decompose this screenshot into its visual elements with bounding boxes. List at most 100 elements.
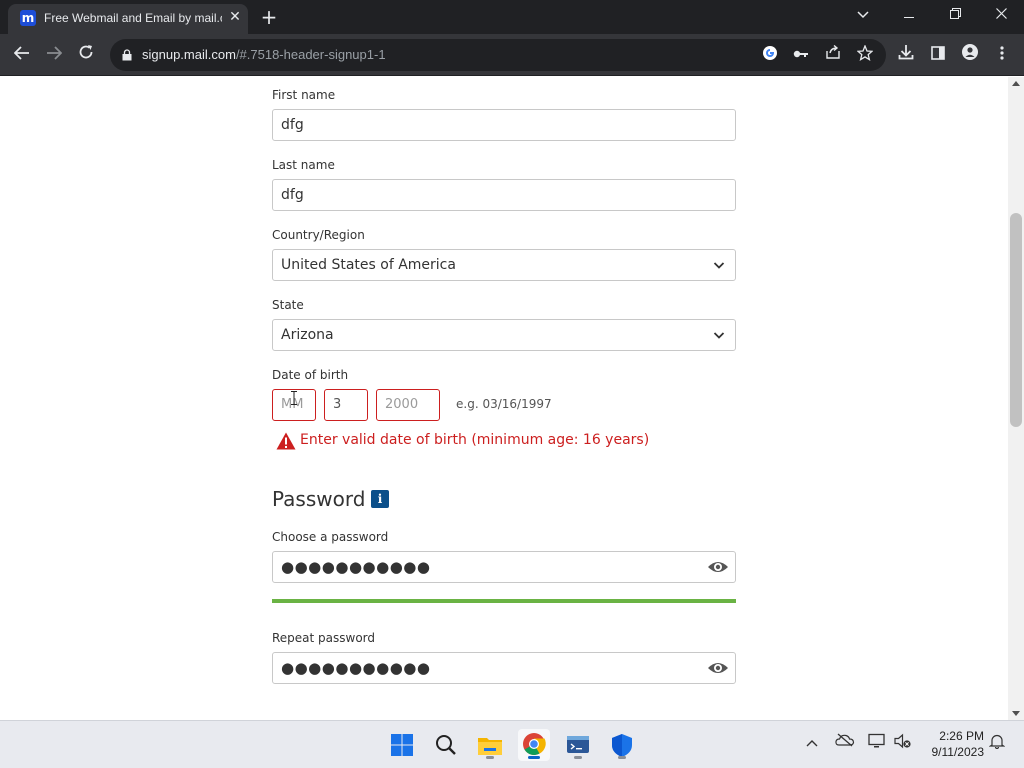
taskbar-time[interactable]: 2:26 PM (932, 729, 984, 743)
windows-taskbar: 2:26 PM 9/11/2023 (0, 720, 1024, 768)
dob-day-input[interactable]: 3 (324, 389, 368, 421)
network-icon (868, 733, 885, 748)
google-icon (763, 46, 777, 60)
country-value: United States of America (281, 257, 456, 273)
text-cursor-icon (291, 391, 297, 405)
dob-day-value: 3 (333, 397, 342, 412)
show-hidden-icons-button[interactable] (801, 733, 823, 755)
running-indicator (486, 756, 494, 759)
dob-year-value: 2000 (385, 397, 419, 412)
url-path: /#.7518-header-signup1-1 (235, 47, 386, 62)
page-scrollbar[interactable] (1008, 77, 1024, 720)
key-icon (793, 50, 808, 58)
share-arrow-icon (826, 44, 840, 59)
reload-button[interactable] (74, 43, 98, 67)
downloads-button[interactable] (894, 43, 918, 67)
chrome-taskbar-button[interactable] (518, 729, 550, 761)
tab-close-icon[interactable]: ✕ (226, 8, 244, 26)
state-value: Arizona (281, 327, 334, 343)
search-icon (436, 735, 456, 755)
scroll-up-arrow-icon[interactable] (1012, 81, 1020, 86)
star-icon (856, 44, 874, 61)
last-name-label: Last name (272, 158, 335, 172)
last-name-field[interactable]: dfg (272, 179, 736, 211)
password-key-icon[interactable] (791, 45, 811, 65)
defender-button[interactable] (606, 729, 638, 761)
tab-search-chevron-icon[interactable] (850, 4, 876, 26)
search-button[interactable] (430, 729, 462, 761)
dob-label: Date of birth (272, 368, 349, 382)
speaker-muted-icon (894, 733, 911, 749)
state-label: State (272, 298, 304, 312)
google-lens-icon[interactable] (760, 45, 780, 65)
notifications-button[interactable] (986, 733, 1008, 755)
tab-title: Free Webmail and Email by mail.com (44, 11, 222, 25)
share-icon[interactable] (823, 44, 843, 65)
info-icon[interactable]: i (371, 490, 389, 508)
password-section-title: Password (272, 487, 366, 511)
cloud-offline-icon (835, 733, 855, 747)
lock-icon (122, 49, 132, 61)
country-select[interactable]: United States of America (272, 249, 736, 281)
browser-toolbar: signup.mail.com/#.7518-header-signup1-1 (0, 34, 1024, 76)
last-name-value: dfg (281, 187, 304, 203)
browser-tab[interactable]: m Free Webmail and Email by mail.com ✕ (8, 4, 248, 34)
profile-button[interactable] (958, 43, 982, 67)
warning-icon (276, 432, 296, 450)
choose-password-masked: ●●●●●●●●●●● (281, 558, 431, 576)
bookmark-star-icon[interactable] (855, 44, 875, 65)
dob-error-message: Enter valid date of birth (minimum age: … (300, 432, 650, 448)
show-password-eye-icon[interactable] (707, 660, 729, 676)
side-panel-button[interactable] (926, 43, 950, 67)
dob-hint: e.g. 03/16/1997 (456, 397, 552, 411)
running-indicator (574, 756, 582, 759)
network-tray-icon[interactable] (866, 733, 888, 755)
chevron-down-icon (713, 262, 725, 269)
close-icon (995, 8, 1007, 19)
chrome-menu-button[interactable] (990, 43, 1014, 67)
choose-password-field[interactable]: ●●●●●●●●●●● (272, 551, 736, 583)
minimize-icon (904, 17, 914, 18)
kebab-menu-icon (1000, 46, 1004, 60)
show-password-eye-icon[interactable] (707, 559, 729, 575)
url-text: signup.mail.com/#.7518-header-signup1-1 (142, 47, 386, 62)
scroll-down-arrow-icon[interactable] (1012, 711, 1020, 716)
restore-button[interactable] (942, 4, 968, 26)
forward-button[interactable] (42, 43, 66, 67)
new-tab-button[interactable]: + (258, 6, 280, 28)
scrollbar-thumb[interactable] (1010, 213, 1022, 427)
first-name-value: dfg (281, 117, 304, 133)
side-panel-icon (931, 46, 945, 60)
windows-start-icon (391, 734, 413, 756)
arrow-right-icon (47, 46, 63, 60)
arrow-left-icon (13, 46, 29, 60)
taskbar-date[interactable]: 9/11/2023 (920, 745, 985, 759)
repeat-password-field[interactable]: ●●●●●●●●●●● (272, 652, 736, 684)
download-icon (898, 45, 914, 60)
choose-password-label: Choose a password (272, 530, 389, 544)
file-explorer-button[interactable] (474, 729, 506, 761)
state-select[interactable]: Arizona (272, 319, 736, 351)
close-window-button[interactable] (988, 4, 1014, 26)
minimize-button[interactable] (896, 4, 922, 26)
active-indicator (528, 756, 540, 759)
onedrive-tray-icon[interactable] (834, 733, 856, 755)
dob-year-input[interactable]: 2000 (376, 389, 440, 421)
address-bar[interactable]: signup.mail.com/#.7518-header-signup1-1 (110, 39, 886, 71)
volume-tray-icon[interactable] (892, 733, 914, 755)
start-button[interactable] (386, 729, 418, 761)
first-name-field[interactable]: dfg (272, 109, 736, 141)
back-button[interactable] (10, 43, 34, 67)
chevron-down-icon (713, 332, 725, 339)
page-viewport: First name dfg Last name dfg Country/Reg… (0, 77, 1024, 720)
repeat-password-label: Repeat password (272, 631, 376, 645)
country-label: Country/Region (272, 228, 365, 242)
browser-titlebar: m Free Webmail and Email by mail.com ✕ + (0, 0, 1024, 34)
mailcom-favicon-icon: m (20, 10, 36, 26)
running-indicator (618, 756, 626, 759)
bell-icon (988, 734, 1006, 750)
profile-avatar-icon (962, 44, 978, 60)
terminal-button[interactable] (562, 729, 594, 761)
first-name-label: First name (272, 88, 336, 102)
password-strength-bar (272, 599, 736, 603)
